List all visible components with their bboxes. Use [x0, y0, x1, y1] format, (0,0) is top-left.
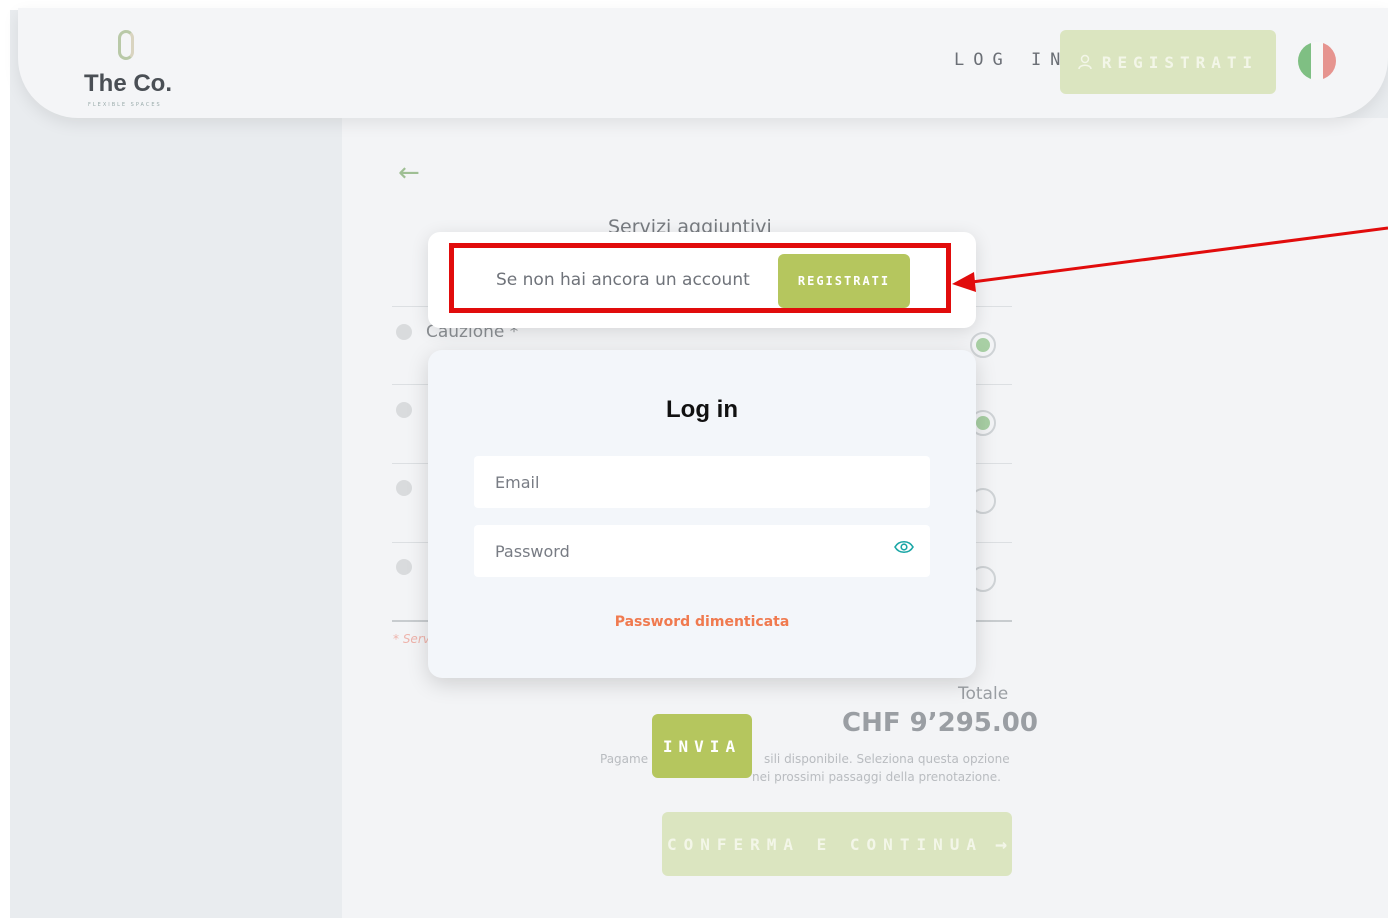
submit-button[interactable]: INVIA [652, 714, 752, 778]
confirm-continue-button[interactable]: CONFERMA E CONTINUA → [662, 812, 1012, 876]
info-icon[interactable] [396, 559, 412, 575]
nav-register-button[interactable]: REGISTRATI [1060, 30, 1276, 94]
user-icon [1078, 54, 1092, 70]
arrow-right-icon: → [994, 832, 1008, 856]
info-icon[interactable] [396, 402, 412, 418]
logo-tagline: FLEXIBLE SPACES [88, 102, 162, 108]
nav-login-link[interactable]: LOG IN [954, 50, 1069, 70]
login-title: Log in [666, 396, 738, 423]
highlight-box [449, 243, 951, 313]
italy-flag-icon[interactable] [1298, 42, 1336, 80]
info-icon[interactable] [396, 324, 412, 340]
logo-text: The Co. [84, 70, 172, 97]
total-value: CHF 9’295.00 [842, 708, 1038, 738]
forgot-password-link[interactable]: Password dimenticata [428, 614, 976, 630]
eye-icon[interactable] [894, 540, 914, 554]
caution-radio[interactable] [970, 332, 996, 358]
required-note: * Serv [393, 632, 430, 646]
nav-register-label: REGISTRATI [1101, 52, 1259, 72]
total-label: Totale [958, 684, 1009, 704]
payment-note-start: Pagame [600, 752, 649, 766]
login-modal: Log in Password dimenticata [428, 350, 976, 678]
back-arrow-icon[interactable]: ← [398, 158, 420, 188]
confirm-label: CONFERMA E CONTINUA [666, 834, 983, 854]
email-input[interactable] [474, 456, 930, 508]
info-icon[interactable] [396, 480, 412, 496]
password-input[interactable] [474, 525, 930, 577]
payment-note-line2: nei prossimi passaggi della prenotazione… [752, 770, 1001, 784]
logo-icon [118, 30, 134, 60]
payment-note-line1: sili disponibile. Seleziona questa opzio… [764, 752, 1010, 766]
